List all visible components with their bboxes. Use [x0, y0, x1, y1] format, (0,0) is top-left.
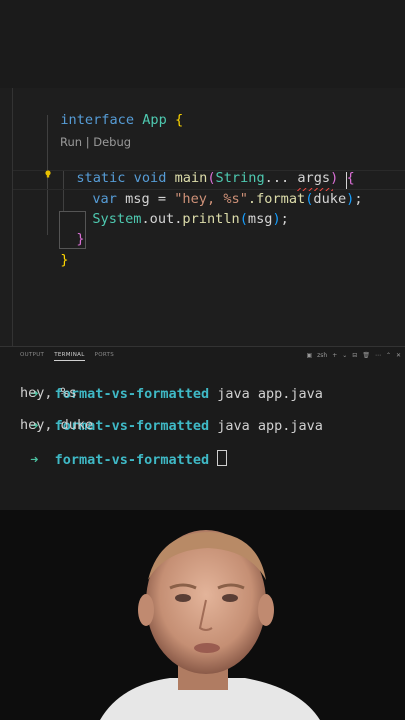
brace: } [60, 252, 69, 268]
brace: } [76, 231, 85, 247]
type-name: App [134, 112, 175, 128]
command: java app.java [217, 418, 323, 434]
shell-label[interactable]: zsh [317, 352, 327, 359]
split-terminal-icon[interactable]: ⊟ [352, 352, 357, 359]
code-line-1[interactable]: interface App { [44, 93, 183, 129]
codelens-run-debug[interactable]: Run | Debug [60, 135, 131, 149]
more-icon[interactable]: ⋯ [375, 352, 381, 359]
prompt-directory: format-vs-formatted [54, 452, 210, 468]
trash-icon[interactable]: 🗑 [362, 352, 370, 359]
terminal-cursor [217, 450, 228, 466]
lightbulb-icon[interactable] [45, 170, 51, 178]
chevron-down-icon[interactable]: ⌄ [342, 352, 347, 359]
paren: ) [272, 211, 281, 227]
argument: msg [247, 211, 273, 227]
webcam-overlay [0, 510, 405, 720]
maximize-icon[interactable]: ⌃ [386, 352, 391, 359]
member-access: .out. [141, 211, 183, 227]
command: java app.java [217, 386, 323, 402]
error-squiggle[interactable] [297, 188, 333, 191]
presenter-image [0, 510, 405, 720]
method-name: println [182, 211, 240, 227]
panel-actions: ▣ zsh + ⌄ ⊟ 🗑 ⋯ ⌃ ✕ [306, 352, 401, 359]
terminal-line-3[interactable]: ➜ format-vs-formatted [14, 433, 228, 469]
keyword: interface [60, 112, 135, 128]
semicolon: ; [354, 191, 363, 207]
type-name: System [92, 211, 142, 227]
argument: duke [313, 191, 347, 207]
tab-output[interactable]: OUTPUT [20, 352, 44, 361]
semicolon: ; [280, 211, 289, 227]
close-icon[interactable]: ✕ [396, 352, 401, 359]
new-terminal-button[interactable]: + [332, 352, 337, 359]
terminal-output-2: hey, duke [20, 417, 94, 433]
text-cursor [346, 172, 347, 189]
terminal-output-1: hey, %s [20, 385, 77, 401]
tab-ports[interactable]: PORTS [95, 352, 114, 361]
prompt-directory: format-vs-formatted [54, 386, 210, 402]
terminal-icon[interactable]: ▣ [306, 352, 312, 359]
brace: { [174, 112, 184, 128]
prompt-arrow-icon: ➜ [30, 452, 39, 468]
paren: ( [239, 211, 248, 227]
panel-tabs: OUTPUT TERMINAL PORTS [20, 352, 114, 361]
tab-terminal[interactable]: TERMINAL [54, 352, 85, 361]
code-line-4[interactable]: System.out.println(msg); [76, 192, 289, 228]
code-line-6[interactable]: } [44, 233, 69, 269]
